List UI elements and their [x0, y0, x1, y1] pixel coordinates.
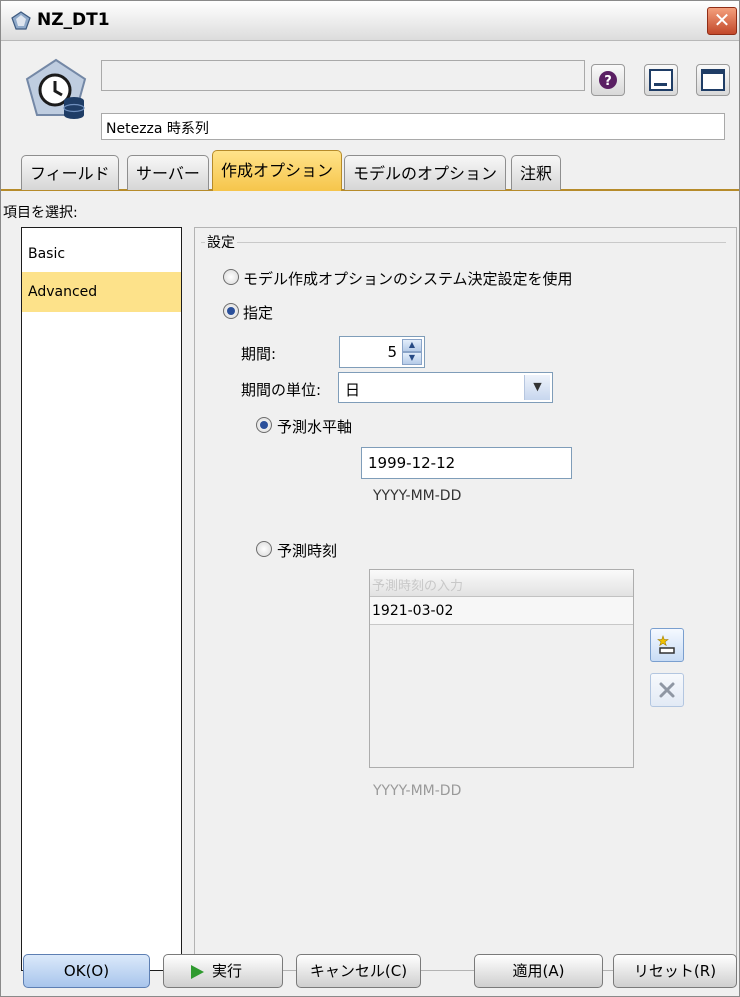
- forecast-times-header: 予測時刻の入力: [370, 570, 633, 597]
- specify-radio[interactable]: [223, 303, 239, 319]
- minimize-button[interactable]: [644, 64, 678, 96]
- help-button[interactable]: ?: [591, 64, 625, 96]
- help-icon: ?: [599, 71, 617, 89]
- list-item-basic[interactable]: Basic: [22, 234, 181, 274]
- forecast-horizon-input[interactable]: 1999-12-12: [361, 447, 572, 479]
- node-annotation-field[interactable]: Netezza 時系列: [101, 113, 725, 140]
- forecast-times-radio[interactable]: [256, 541, 272, 557]
- model-node-icon: [11, 11, 31, 30]
- item-list: Basic Advanced: [21, 227, 182, 971]
- delete-icon: [659, 682, 675, 698]
- period-unit-label: 期間の単位:: [241, 381, 322, 399]
- settings-group-label: 設定: [205, 232, 237, 252]
- run-icon: [191, 964, 204, 979]
- tab-model-options[interactable]: モデルのオプション: [344, 155, 507, 190]
- reset-button[interactable]: リセット(R): [613, 954, 737, 988]
- tab-server[interactable]: サーバー: [127, 155, 209, 190]
- run-button[interactable]: 実行: [163, 954, 283, 988]
- tab-build-options[interactable]: 作成オプション: [212, 150, 343, 191]
- add-time-button[interactable]: [650, 628, 684, 662]
- window-title: NZ_DT1: [37, 10, 110, 30]
- system-settings-radio[interactable]: [223, 269, 239, 285]
- apply-button[interactable]: 適用(A): [474, 954, 603, 988]
- chevron-down-icon[interactable]: ▼: [524, 375, 550, 400]
- tab-fields[interactable]: フィールド: [21, 155, 119, 190]
- minimize-icon: [649, 69, 673, 91]
- run-label: 実行: [212, 962, 243, 980]
- system-settings-label: モデル作成オプションのシステム決定設定を使用: [243, 270, 573, 288]
- select-item-heading: 項目を選択:: [3, 205, 78, 221]
- node-name-field[interactable]: [101, 60, 585, 91]
- dialog-window: NZ_DT1 ✕ ? Netezza 時系列 フィールド サーバー 作成オプショ…: [0, 0, 740, 997]
- maximize-icon: [701, 69, 725, 91]
- increment-icon[interactable]: ▲: [402, 339, 422, 352]
- period-label: 期間:: [241, 345, 277, 363]
- svg-text:?: ?: [604, 74, 612, 89]
- forecast-horizon-label: 予測水平軸: [277, 418, 353, 436]
- times-date-format-hint: YYYY-MM-DD: [373, 783, 462, 799]
- stepper-buttons: ▲ ▼: [402, 339, 422, 365]
- delete-time-button[interactable]: [650, 673, 684, 707]
- maximize-button[interactable]: [696, 64, 730, 96]
- specify-label: 指定: [243, 304, 274, 322]
- period-unit-value: 日: [345, 381, 361, 399]
- title-bar: NZ_DT1 ✕: [1, 1, 739, 41]
- period-unit-select[interactable]: 日 ▼: [338, 372, 553, 403]
- forecast-times-label: 予測時刻: [277, 542, 338, 560]
- forecast-times-table: 予測時刻の入力 1921-03-02: [369, 569, 634, 768]
- period-value: 5: [387, 343, 397, 361]
- decrement-icon[interactable]: ▼: [402, 352, 422, 365]
- tab-annotations[interactable]: 注釈: [511, 155, 562, 190]
- timeseries-node-icon: [25, 58, 87, 119]
- table-row[interactable]: 1921-03-02: [370, 597, 633, 625]
- ok-button[interactable]: OK(O): [23, 954, 150, 988]
- cancel-button[interactable]: キャンセル(C): [296, 954, 421, 988]
- list-item-advanced[interactable]: Advanced: [22, 272, 181, 312]
- date-format-hint: YYYY-MM-DD: [373, 488, 462, 504]
- add-row-icon: [657, 635, 675, 654]
- close-button[interactable]: ✕: [707, 7, 737, 35]
- forecast-horizon-radio[interactable]: [256, 417, 272, 433]
- period-stepper[interactable]: 5 ▲ ▼: [339, 336, 425, 368]
